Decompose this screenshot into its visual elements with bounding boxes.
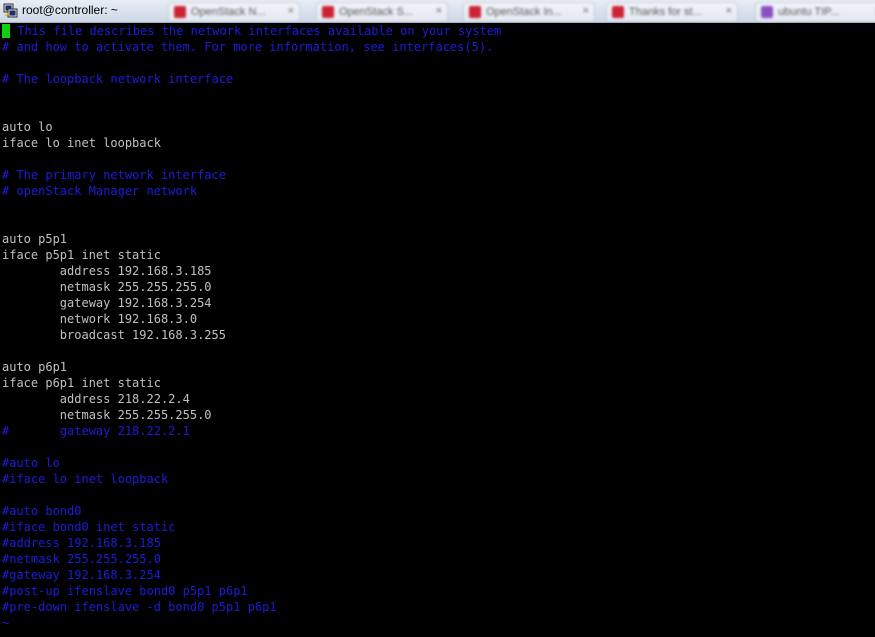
- tab-label: Thanks for st...: [629, 6, 702, 18]
- putty-terminal-icon: [3, 3, 18, 18]
- config-line: [0, 199, 875, 215]
- comment-line: #post-up ifenslave bond0 p5p1 p6p1: [0, 583, 875, 599]
- line-text: #iface bond0 inet static: [2, 520, 176, 534]
- comment-line: # gateway 218.22.2.1: [0, 423, 875, 439]
- tab-label: ubuntu TIP...: [778, 6, 840, 18]
- tab-close-icon[interactable]: ×: [583, 5, 589, 17]
- line-text: netmask 255.255.255.0: [2, 280, 212, 294]
- comment-line: # openStack Manager network: [0, 183, 875, 199]
- line-text: iface p5p1 inet static: [2, 248, 161, 262]
- line-text: #auto bond0: [2, 504, 82, 518]
- config-line: auto p6p1: [0, 359, 875, 375]
- line-text: auto p6p1: [2, 360, 68, 374]
- config-line: broadcast 192.168.3.255: [0, 327, 875, 343]
- background-tab[interactable]: OpenStack N... ×: [168, 2, 300, 22]
- background-tab[interactable]: OpenStack S... ×: [316, 2, 448, 22]
- terminal-content[interactable]: This file describes the network interfac…: [0, 23, 875, 637]
- line-text: # and how to activate them. For more inf…: [2, 40, 494, 54]
- line-text: #auto lo: [2, 456, 60, 470]
- tab-favicon-icon: [322, 6, 334, 18]
- background-tab[interactable]: ubuntu TIP...×: [755, 2, 875, 22]
- config-line: netmask 255.255.255.0: [0, 407, 875, 423]
- config-line: network 192.168.3.0: [0, 311, 875, 327]
- tab-label: OpenStack N...: [191, 6, 266, 18]
- line-text: #gateway 192.168.3.254: [2, 568, 161, 582]
- line-text: #iface lo inet loopback: [2, 472, 169, 486]
- config-line: [0, 151, 875, 167]
- comment-line: #gateway 192.168.3.254: [0, 567, 875, 583]
- line-text: This file describes the network interfac…: [10, 24, 502, 38]
- line-text: auto p5p1: [2, 232, 68, 246]
- line-text: #address 192.168.3.185: [2, 536, 161, 550]
- line-text: address 218.22.2.4: [2, 392, 190, 406]
- config-line: [0, 103, 875, 119]
- tab-close-icon[interactable]: ×: [436, 5, 442, 17]
- tab-close-icon[interactable]: ×: [288, 5, 294, 17]
- line-text: netmask 255.255.255.0: [2, 408, 212, 422]
- config-line: address 192.168.3.185: [0, 263, 875, 279]
- config-line: [0, 55, 875, 71]
- empty-buffer-tilde: ~: [0, 615, 875, 631]
- text-cursor: [2, 24, 10, 38]
- line-text: iface lo inet loopback: [2, 136, 161, 150]
- window-title: root@controller: ~: [22, 3, 118, 17]
- config-line: [0, 87, 875, 103]
- comment-line: #pre-down ifenslave -d bond0 p5p1 p6p1: [0, 599, 875, 615]
- tab-favicon-icon: [174, 6, 186, 18]
- line-text: broadcast 192.168.3.255: [2, 328, 226, 342]
- line-text: iface p6p1 inet static: [2, 376, 161, 390]
- tab-favicon-icon: [469, 6, 481, 18]
- line-text: network 192.168.3.0: [2, 312, 198, 326]
- comment-line: #address 192.168.3.185: [0, 535, 875, 551]
- line-text: # The loopback network interface: [2, 72, 234, 86]
- config-line: netmask 255.255.255.0: [0, 279, 875, 295]
- comment-line: #iface bond0 inet static: [0, 519, 875, 535]
- config-line: [0, 487, 875, 503]
- comment-line: #auto bond0: [0, 503, 875, 519]
- config-line: iface p5p1 inet static: [0, 247, 875, 263]
- background-tab[interactable]: Thanks for st... ×: [606, 2, 738, 22]
- line-text: # gateway 218.22.2.1: [2, 424, 190, 438]
- tab-favicon-icon: [612, 6, 624, 18]
- background-tab[interactable]: OpenStack In... ×: [463, 2, 595, 22]
- terminal-window: root@controller: ~ OpenStack N... × OpenSt…: [0, 0, 875, 637]
- line-text: #pre-down ifenslave -d bond0 p5p1 p6p1: [2, 600, 277, 614]
- comment-line: # The loopback network interface: [0, 71, 875, 87]
- line-text: #netmask 255.255.255.0: [2, 552, 161, 566]
- config-line: auto lo: [0, 119, 875, 135]
- config-line: [0, 215, 875, 231]
- comment-line: This file describes the network interfac…: [0, 23, 875, 39]
- config-line: address 218.22.2.4: [0, 391, 875, 407]
- config-line: auto p5p1: [0, 231, 875, 247]
- config-line: iface p6p1 inet static: [0, 375, 875, 391]
- tab-close-icon[interactable]: ×: [726, 5, 732, 17]
- line-text: ~: [2, 616, 10, 630]
- line-text: # The primary network interface: [2, 168, 226, 182]
- line-text: gateway 192.168.3.254: [2, 296, 212, 310]
- comment-line: #auto lo: [0, 455, 875, 471]
- comment-line: #netmask 255.255.255.0: [0, 551, 875, 567]
- config-line: [0, 439, 875, 455]
- config-line: [0, 343, 875, 359]
- line-text: # openStack Manager network: [2, 184, 198, 198]
- line-text: auto lo: [2, 120, 53, 134]
- comment-line: # and how to activate them. For more inf…: [0, 39, 875, 55]
- config-line: iface lo inet loopback: [0, 135, 875, 151]
- line-text: #post-up ifenslave bond0 p5p1 p6p1: [2, 584, 248, 598]
- tab-label: OpenStack S...: [339, 6, 413, 18]
- title-bar[interactable]: root@controller: ~ OpenStack N... × OpenSt…: [0, 0, 875, 23]
- line-text: address 192.168.3.185: [2, 264, 212, 278]
- comment-line: # The primary network interface: [0, 167, 875, 183]
- config-line: gateway 192.168.3.254: [0, 295, 875, 311]
- tab-favicon-icon: [761, 6, 773, 18]
- comment-line: #iface lo inet loopback: [0, 471, 875, 487]
- tab-label: OpenStack In...: [486, 6, 562, 18]
